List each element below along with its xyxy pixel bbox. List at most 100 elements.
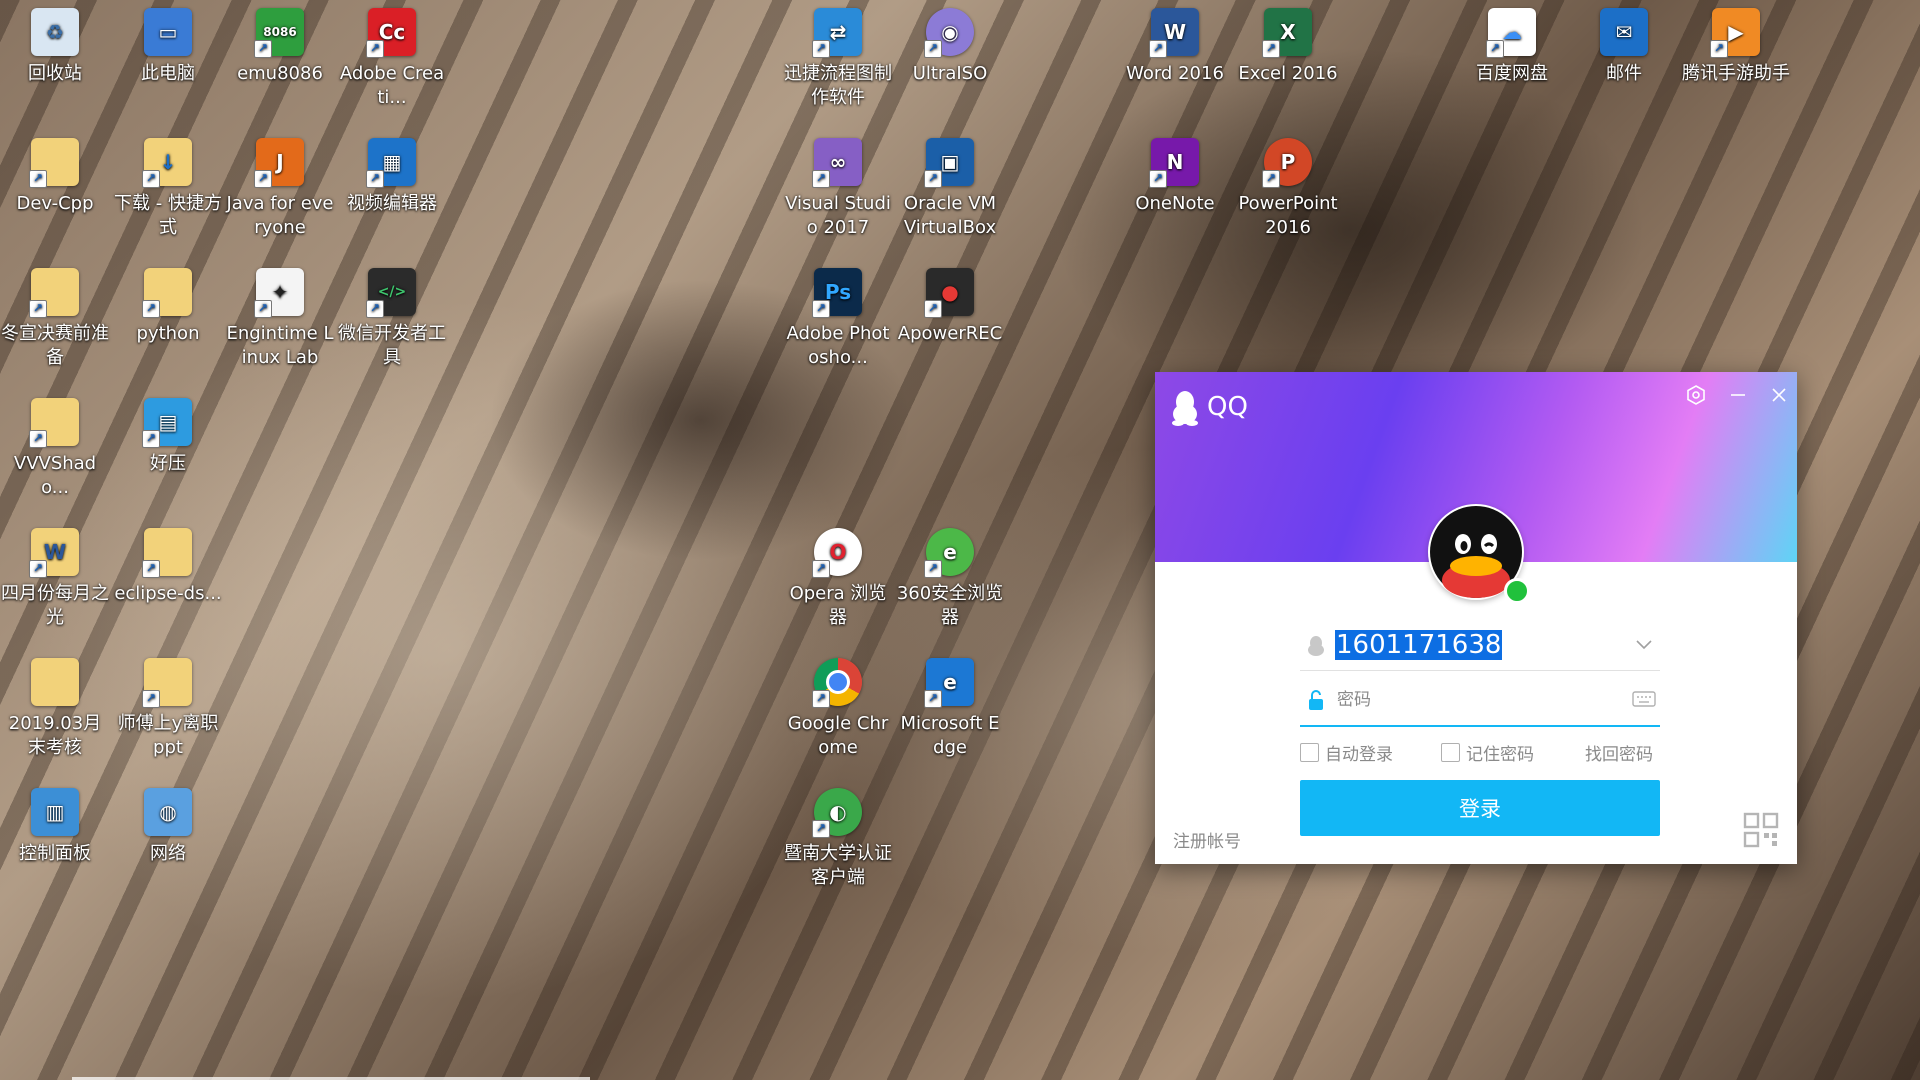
excel-icon: X ↗ [1262, 8, 1312, 58]
folder-icon: ↗ [29, 268, 79, 318]
desktop-icon-360-browser[interactable]: e ↗ 360安全浏览器 [895, 522, 1005, 630]
linux-penguin-icon: ✦ ↗ [254, 268, 304, 318]
desktop-icon-label: 迅捷流程图制作软件 [784, 63, 892, 108]
desktop-icon-label: VVVShado... [13, 453, 97, 498]
desktop-icon-label: 师傅上y离职ppt [117, 713, 219, 758]
desktop-icon-label: eclipse-ds... [114, 583, 222, 604]
close-button[interactable] [1764, 384, 1794, 414]
desktop-icon-label: UltraISO [912, 63, 988, 84]
folder-icon: ↗ [29, 398, 79, 448]
settings-button[interactable] [1681, 384, 1711, 414]
desktop-icon-microsoft-edge[interactable]: e ↗ Microsoft Edge [895, 652, 1005, 760]
opera-icon: O ↗ [812, 528, 862, 578]
desktop-icon-visual-studio[interactable]: ∞ ↗ Visual Studio 2017 [783, 132, 893, 240]
desktop-icon-baidu-netdisk[interactable]: ☁ ↗ 百度网盘 [1457, 2, 1567, 86]
password-input[interactable] [1335, 689, 1619, 711]
desktop-icon-label: 下载 - 快捷方式 [114, 193, 222, 238]
desktop-icon-python[interactable]: ↗ python [113, 262, 223, 346]
desktop-icon-label: python [136, 323, 200, 344]
desktop-icon-emu8086[interactable]: 8086 ↗ emu8086 [225, 2, 335, 86]
desktop-icon-word-2016[interactable]: W ↗ Word 2016 [1120, 2, 1230, 86]
desktop-icon-ultraiso[interactable]: ◉ ↗ UltraISO [895, 2, 1005, 86]
remember-password-option[interactable]: 记住密码 [1441, 740, 1534, 765]
auto-login-option[interactable]: 自动登录 [1300, 740, 1393, 765]
desktop-icon-adobe-creative-cloud[interactable]: Cc ↗ Adobe Creati... [337, 2, 447, 110]
desktop-icon-label: Adobe Photosho... [786, 323, 890, 368]
desktop-icon-march-assessment[interactable]: 2019.03月末考核 [0, 652, 110, 760]
visual-studio-icon: ∞ ↗ [812, 138, 862, 188]
desktop-icon-label: 微信开发者工具 [338, 323, 446, 368]
auto-login-checkbox[interactable] [1300, 743, 1319, 762]
desktop-icon-label: 四月份每月之光 [1, 583, 109, 628]
keyboard-icon[interactable] [1632, 689, 1656, 709]
desktop-icon-photoshop[interactable]: Ps ↗ Adobe Photosho... [783, 262, 893, 370]
java-book-icon: J ↗ [254, 138, 304, 188]
desktop-icon-haozip[interactable]: ▤ ↗ 好压 [113, 392, 223, 476]
computer-icon: ▭ [144, 8, 192, 56]
desktop-icon-eclipse-ds[interactable]: ↗ eclipse-ds... [113, 522, 223, 606]
mail-icon: ✉ [1600, 8, 1648, 56]
find-password-link[interactable]: 找回密码 [1585, 740, 1653, 765]
desktop-icon-video-editor[interactable]: ▦ ↗ 视频编辑器 [337, 132, 447, 216]
desktop-icon-winter-final-prep[interactable]: ↗ 冬宣决赛前准备 [0, 262, 110, 370]
desktop-icon-downloads-shortcut[interactable]: ↓ ↗ 下载 - 快捷方式 [113, 132, 223, 240]
download-folder-icon: ↓ ↗ [142, 138, 192, 188]
desktop-icon-engintime-linux-lab[interactable]: ✦ ↗ Engintime Linux Lab [225, 262, 335, 370]
password-field[interactable] [1300, 675, 1660, 727]
user-penguin-icon [1308, 636, 1324, 656]
desktop-icon-tencent-game-assistant[interactable]: ▶ ↗ 腾讯手游助手 [1681, 2, 1791, 86]
login-button[interactable]: 登录 [1300, 780, 1660, 836]
desktop-icon-flowchart[interactable]: ⇄ ↗ 迅捷流程图制作软件 [783, 2, 893, 110]
desktop-icon-label: 回收站 [28, 63, 82, 84]
desktop-icon-control-panel[interactable]: ▥ 控制面板 [0, 782, 110, 866]
desktop-icon-opera[interactable]: O ↗ Opera 浏览器 [783, 522, 893, 630]
desktop-icon-mentor-ppt[interactable]: ↗ 师傅上y离职ppt [113, 652, 223, 760]
desktop-icon-mail[interactable]: ✉ 邮件 [1569, 2, 1679, 86]
chevron-down-icon[interactable] [1632, 632, 1656, 656]
account-value[interactable]: 1601171638 [1335, 630, 1503, 660]
chrome-icon: ↗ [812, 658, 862, 708]
desktop-icon-label: ApowerREC [897, 323, 1003, 344]
desktop-icon-vvvshadow[interactable]: ↗ VVVShado... [0, 392, 110, 500]
desktop-icon-virtualbox[interactable]: ▣ ↗ Oracle VM VirtualBox [895, 132, 1005, 240]
desktop-icon-label: PowerPoint 2016 [1238, 193, 1338, 238]
desktop-icon-april-monthly-light[interactable]: W ↗ 四月份每月之光 [0, 522, 110, 630]
flowchart-icon: ⇄ ↗ [812, 8, 862, 58]
desktop-icon-this-pc[interactable]: ▭ 此电脑 [113, 2, 223, 86]
desktop-icon-label: 此电脑 [141, 63, 195, 84]
desktop-icon-label: Microsoft Edge [900, 713, 1000, 758]
remember-password-checkbox[interactable] [1441, 743, 1460, 762]
folder-icon: ↗ [29, 138, 79, 188]
account-field[interactable]: 1601171638 [1300, 620, 1660, 671]
virtualbox-icon: ▣ ↗ [924, 138, 974, 188]
360-browser-icon: e ↗ [924, 528, 974, 578]
desktop-icon-onenote[interactable]: N ↗ OneNote [1120, 132, 1230, 216]
word-icon: W ↗ [1149, 8, 1199, 58]
register-account-link[interactable]: 注册帐号 [1173, 827, 1241, 852]
word-doc-icon: W ↗ [29, 528, 79, 578]
desktop-icon-label: Opera 浏览器 [789, 583, 887, 628]
desktop-icon-google-chrome[interactable]: ↗ Google Chrome [783, 652, 893, 760]
qr-code-icon[interactable] [1743, 812, 1779, 848]
desktop-icon-dev-cpp[interactable]: ↗ Dev-Cpp [0, 132, 110, 216]
desktop-icon-wechat-devtools[interactable]: </> ↗ 微信开发者工具 [337, 262, 447, 370]
jnu-client-icon: ◐ ↗ [812, 788, 862, 838]
folder-icon: ↗ [142, 658, 192, 708]
qq-login-window: QQ 1601171638 自动登录 记住密码 找回密码 登录 注册帐号 [1155, 372, 1797, 864]
desktop-icon-network[interactable]: ◍ 网络 [113, 782, 223, 866]
desktop-icon-excel-2016[interactable]: X ↗ Excel 2016 [1233, 2, 1343, 86]
desktop-icon-label: OneNote [1135, 193, 1215, 214]
desktop-icon-powerpoint-2016[interactable]: P ↗ PowerPoint 2016 [1233, 132, 1343, 240]
minimize-button[interactable] [1723, 384, 1753, 414]
desktop-icon-java-for-everyone[interactable]: J ↗ Java for everyone [225, 132, 335, 240]
haozip-icon: ▤ ↗ [142, 398, 192, 448]
network-icon: ◍ [144, 788, 192, 836]
desktop-icon-jnu-auth-client[interactable]: ◐ ↗ 暨南大学认证客户端 [783, 782, 893, 890]
minimize-icon [1731, 394, 1745, 396]
desktop-icon-recycle-bin[interactable]: ♻ 回收站 [0, 2, 110, 86]
control-panel-icon: ▥ [31, 788, 79, 836]
disc-icon: ◉ ↗ [924, 8, 974, 58]
desktop-icon-apowerrec[interactable]: ● ↗ ApowerREC [895, 262, 1005, 346]
desktop-icon-label: Adobe Creati... [339, 63, 445, 108]
desktop-icon-label: Java for everyone [226, 193, 334, 238]
